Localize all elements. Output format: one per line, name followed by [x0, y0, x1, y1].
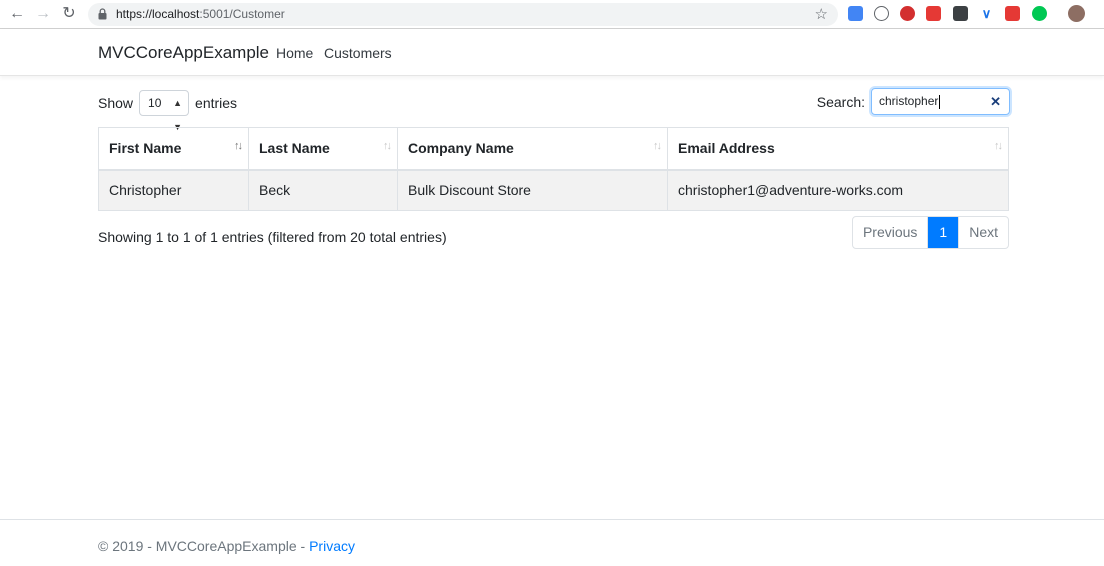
extension-icon[interactable]	[1032, 6, 1047, 21]
back-icon[interactable]: ←	[8, 5, 26, 23]
reload-icon[interactable]: ↻	[60, 5, 78, 23]
cell-first-name: Christopher	[98, 169, 249, 211]
forward-icon[interactable]: →	[34, 5, 52, 23]
lock-icon	[98, 8, 107, 20]
sort-icon: ↑↓	[653, 140, 662, 152]
search-label: Search:	[816, 93, 865, 110]
nav-customers-link[interactable]: Customers	[324, 45, 392, 61]
app-navbar: MVCCoreAppExample Home Customers	[0, 29, 1104, 76]
cell-company-name: Bulk Discount Store	[397, 169, 668, 211]
pdf-extension-icon[interactable]	[926, 6, 941, 21]
entries-length-control: Show 10 ▲ ▼ entries	[98, 90, 238, 132]
column-header-last-name[interactable]: Last Name ↑↓	[248, 127, 398, 171]
column-header-company-name[interactable]: Company Name ↑↓	[397, 127, 668, 171]
previous-page-button[interactable]: Previous	[853, 217, 929, 248]
next-page-button[interactable]: Next	[958, 217, 1008, 248]
cell-email-address: christopher1@adventure-works.com	[667, 169, 1009, 211]
show-label: Show	[98, 95, 134, 111]
sort-icon: ↑↓	[383, 140, 392, 152]
search-control: Search: christopher ✕	[817, 88, 1010, 115]
sort-icon: ↑↓	[994, 140, 1003, 152]
copyright-text: © 2019 - MVCCoreAppExample -	[98, 538, 306, 554]
url-text: https://localhost:5001/Customer	[116, 7, 285, 21]
page-length-select[interactable]: 10 ▲ ▼	[139, 90, 190, 132]
cell-last-name: Beck	[248, 169, 398, 211]
page-footer: © 2019 - MVCCoreAppExample - Privacy	[0, 519, 1104, 566]
page-1-button[interactable]: 1	[928, 217, 959, 248]
text-caret	[939, 94, 941, 109]
adblock-extension-icon[interactable]	[900, 6, 915, 21]
search-input[interactable]: christopher ✕	[871, 88, 1010, 115]
brand-link[interactable]: MVCCoreAppExample	[98, 43, 269, 63]
pagination: Previous 1 Next	[851, 216, 1009, 249]
footer-text: © 2019 - MVCCoreAppExample - Privacy	[98, 538, 355, 554]
table-info: Showing 1 to 1 of 1 entries (filtered fr…	[98, 229, 447, 245]
extension-icon[interactable]	[874, 6, 889, 21]
clear-search-icon[interactable]: ✕	[990, 89, 1001, 114]
translate-extension-icon[interactable]	[848, 6, 863, 21]
customers-table: First Name ↑↓ Last Name ↑↓ Company Name ↑↓ …	[98, 127, 1009, 211]
cors-extension-icon[interactable]	[1005, 6, 1020, 21]
table-row: Christopher Beck Bulk Discount Store chr…	[98, 169, 1009, 211]
entries-label: entries	[195, 95, 238, 111]
column-header-first-name[interactable]: First Name ↑↓	[98, 127, 249, 171]
column-header-email-address[interactable]: Email Address ↑↓	[667, 127, 1009, 171]
vue-extension-icon[interactable]: ∨	[979, 6, 994, 21]
profile-avatar[interactable]	[1068, 5, 1085, 22]
sort-ascending-icon: ↑↓	[234, 140, 243, 152]
browser-toolbar: ← → ↻ https://localhost:5001/Customer ☆ …	[0, 0, 1104, 29]
address-bar[interactable]: https://localhost:5001/Customer ☆	[88, 3, 838, 26]
extension-icon[interactable]	[953, 6, 968, 21]
nav-home-link[interactable]: Home	[276, 45, 313, 61]
bookmark-star-icon[interactable]: ☆	[815, 5, 828, 23]
privacy-link[interactable]: Privacy	[309, 538, 355, 554]
